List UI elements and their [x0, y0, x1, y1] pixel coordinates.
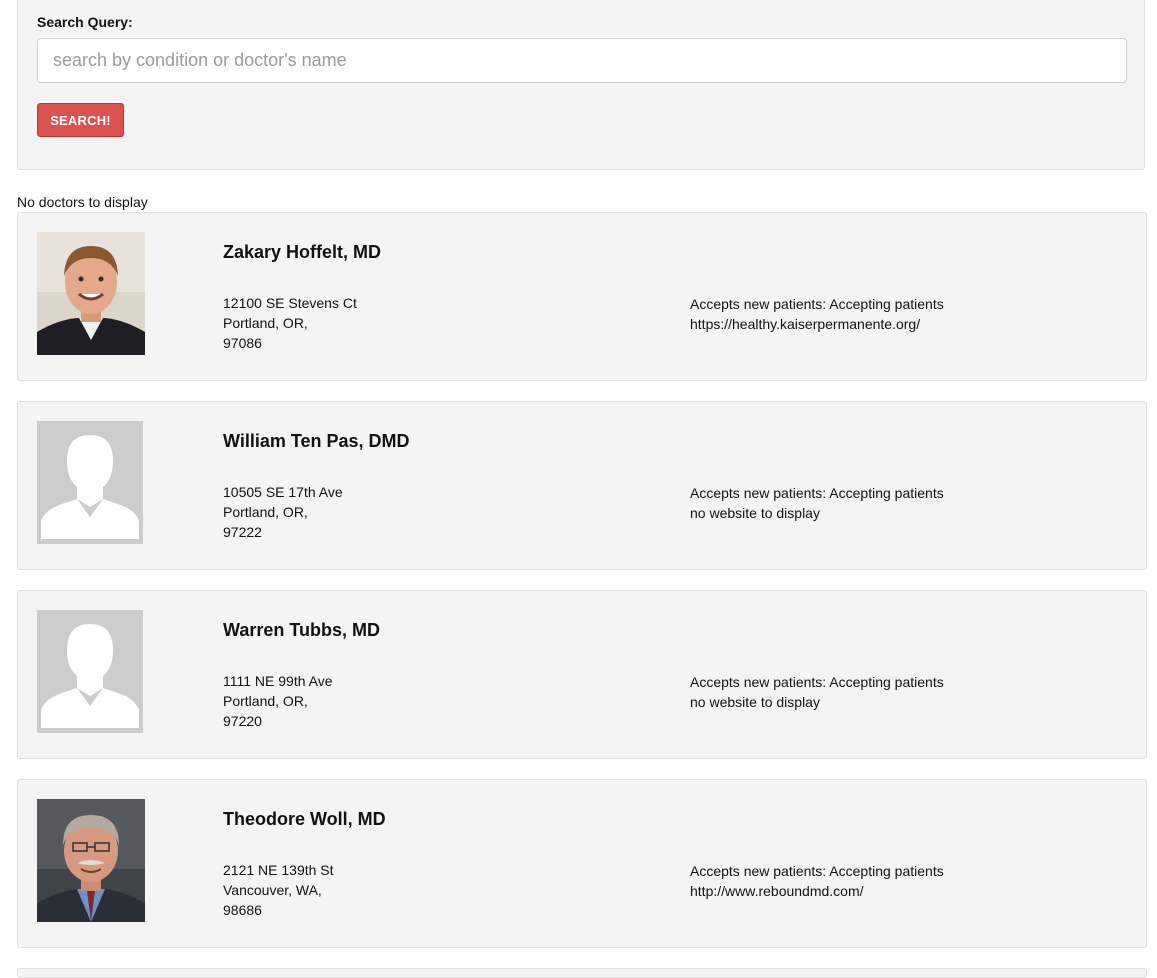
address-street: 10505 SE 17th Ave: [223, 484, 343, 500]
doctor-photo: [37, 799, 145, 922]
doctor-address: 2121 NE 139th St Vancouver, WA, 98686: [223, 860, 334, 920]
doctor-name: Warren Tubbs, MD: [223, 620, 380, 640]
doctor-info: Accepts new patients: Accepting patients…: [690, 483, 944, 523]
doctor-card: William Ten Pas, DMD 10505 SE 17th Ave P…: [17, 401, 1147, 570]
address-street: 2121 NE 139th St: [223, 862, 334, 878]
doctor-card: Theodore Woll, MD 2121 NE 139th St Vanco…: [17, 779, 1147, 948]
address-zip: 98686: [223, 902, 262, 918]
search-label: Search Query:: [37, 14, 133, 30]
address-city-state: Portland, OR,: [223, 315, 308, 331]
accepting-patients-status: Accepts new patients: Accepting patients: [690, 674, 944, 690]
doctor-address: 10505 SE 17th Ave Portland, OR, 97222: [223, 482, 343, 542]
empty-results-message: No doctors to display: [17, 194, 148, 210]
search-panel: Search Query: SEARCH!: [17, 0, 1145, 170]
address-street: 1111 NE 99th Ave: [223, 673, 333, 689]
doctor-name: Theodore Woll, MD: [223, 809, 386, 829]
accepting-patients-status: Accepts new patients: Accepting patients: [690, 485, 944, 501]
accepting-patients-status: Accepts new patients: Accepting patients: [690, 296, 944, 312]
doctor-info: Accepts new patients: Accepting patients…: [690, 672, 944, 712]
search-button[interactable]: SEARCH!: [37, 103, 124, 137]
doctor-website: http://www.reboundmd.com/: [690, 883, 864, 899]
doctor-website: https://healthy.kaiserpermanente.org/: [690, 316, 921, 332]
doctor-photo: [37, 232, 145, 355]
search-input[interactable]: [37, 38, 1127, 83]
doctor-address: 1111 NE 99th Ave Portland, OR, 97220: [223, 671, 333, 731]
doctor-info: Accepts new patients: Accepting patients…: [690, 294, 944, 334]
default-avatar-icon: [37, 421, 145, 544]
doctor-info: Accepts new patients: Accepting patients…: [690, 861, 944, 901]
address-city-state: Portland, OR,: [223, 504, 308, 520]
doctor-address: 12100 SE Stevens Ct Portland, OR, 97086: [223, 293, 357, 353]
address-zip: 97220: [223, 713, 262, 729]
address-city-state: Portland, OR,: [223, 693, 308, 709]
doctor-name: Zakary Hoffelt, MD: [223, 242, 382, 262]
address-city-state: Vancouver, WA,: [223, 882, 322, 898]
doctor-name: William Ten Pas, DMD: [223, 431, 410, 451]
address-zip: 97222: [223, 524, 262, 540]
accepting-patients-status: Accepts new patients: Accepting patients: [690, 863, 944, 879]
doctor-card: Warren Tubbs, MD 1111 NE 99th Ave Portla…: [17, 590, 1147, 759]
doctor-website: no website to display: [690, 694, 820, 710]
doctor-website: no website to display: [690, 505, 820, 521]
address-zip: 97086: [223, 335, 262, 351]
doctor-card: Zakary Hoffelt, MD 12100 SE Stevens Ct P…: [17, 212, 1147, 381]
default-avatar-icon: [37, 610, 145, 733]
address-street: 12100 SE Stevens Ct: [223, 295, 357, 311]
